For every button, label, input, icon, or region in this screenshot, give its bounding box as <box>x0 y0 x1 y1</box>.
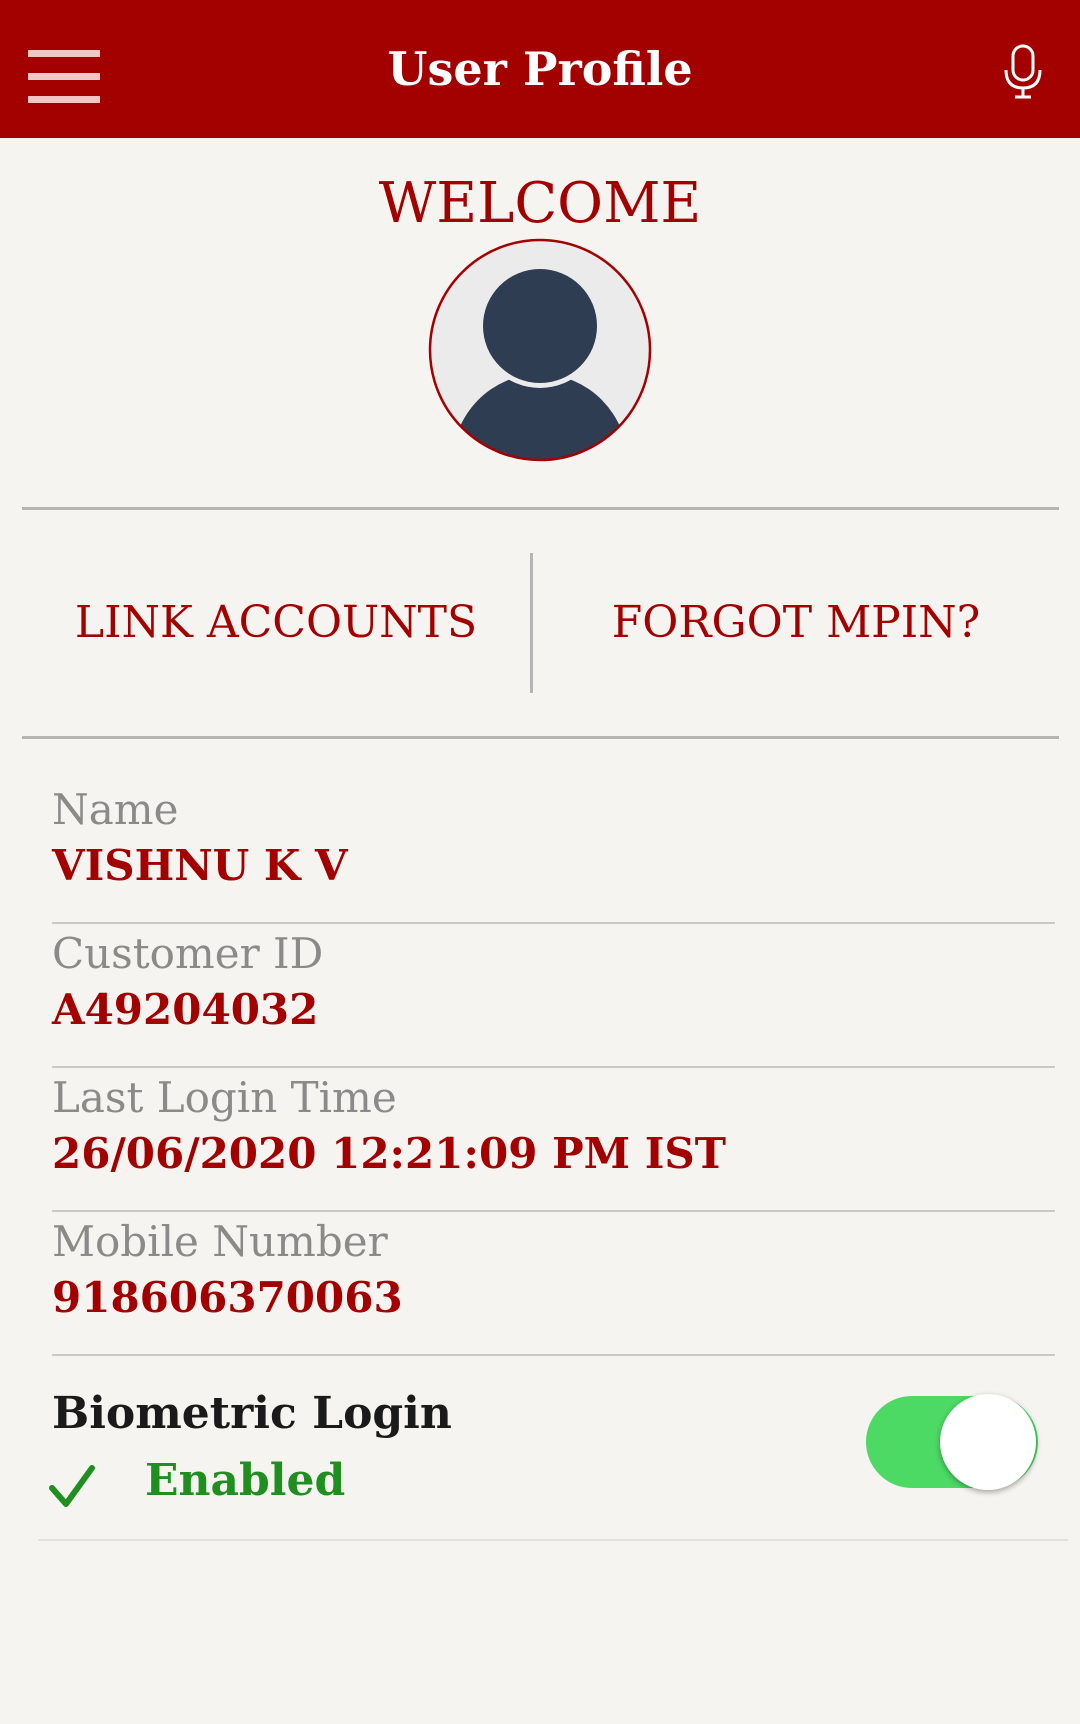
last-login-field: Last Login Time 26/06/2020 12:21:09 PM I… <box>52 1070 1055 1214</box>
mobile-number-field: Mobile Number 918606370063 <box>52 1214 1055 1358</box>
customer-id-value: A49204032 <box>52 985 319 1034</box>
welcome-heading: WELCOME <box>378 171 702 236</box>
page-title: User Profile <box>387 42 693 96</box>
biometric-toggle[interactable] <box>866 1394 1038 1490</box>
field-underline <box>52 1210 1055 1212</box>
toggle-knob <box>940 1394 1036 1490</box>
last-login-value: 26/06/2020 12:21:09 PM IST <box>52 1129 726 1178</box>
user-avatar-icon <box>428 238 652 462</box>
name-label: Name <box>52 785 179 834</box>
checkmark-icon <box>49 1465 95 1507</box>
actions-bottom-divider <box>22 736 1059 739</box>
mobile-number-label: Mobile Number <box>52 1217 388 1266</box>
last-login-label: Last Login Time <box>52 1073 397 1122</box>
mobile-number-value: 918606370063 <box>52 1273 403 1322</box>
biometric-login-title: Biometric Login <box>52 1388 452 1439</box>
bottom-divider <box>38 1539 1068 1541</box>
forgot-mpin-button[interactable]: FORGOT MPIN? <box>533 553 1059 693</box>
top-divider <box>22 507 1059 510</box>
app-bar: User Profile <box>0 0 1080 138</box>
customer-id-field: Customer ID A49204032 <box>52 926 1055 1070</box>
field-underline <box>52 1066 1055 1068</box>
customer-id-label: Customer ID <box>52 929 324 978</box>
name-value: VISHNU K V <box>52 841 348 890</box>
link-accounts-button[interactable]: LINK ACCOUNTS <box>22 553 530 693</box>
name-field: Name VISHNU K V <box>52 782 1055 926</box>
field-underline <box>52 922 1055 924</box>
microphone-icon[interactable] <box>1002 44 1044 100</box>
biometric-status: Enabled <box>145 1455 346 1506</box>
field-underline <box>52 1354 1055 1356</box>
